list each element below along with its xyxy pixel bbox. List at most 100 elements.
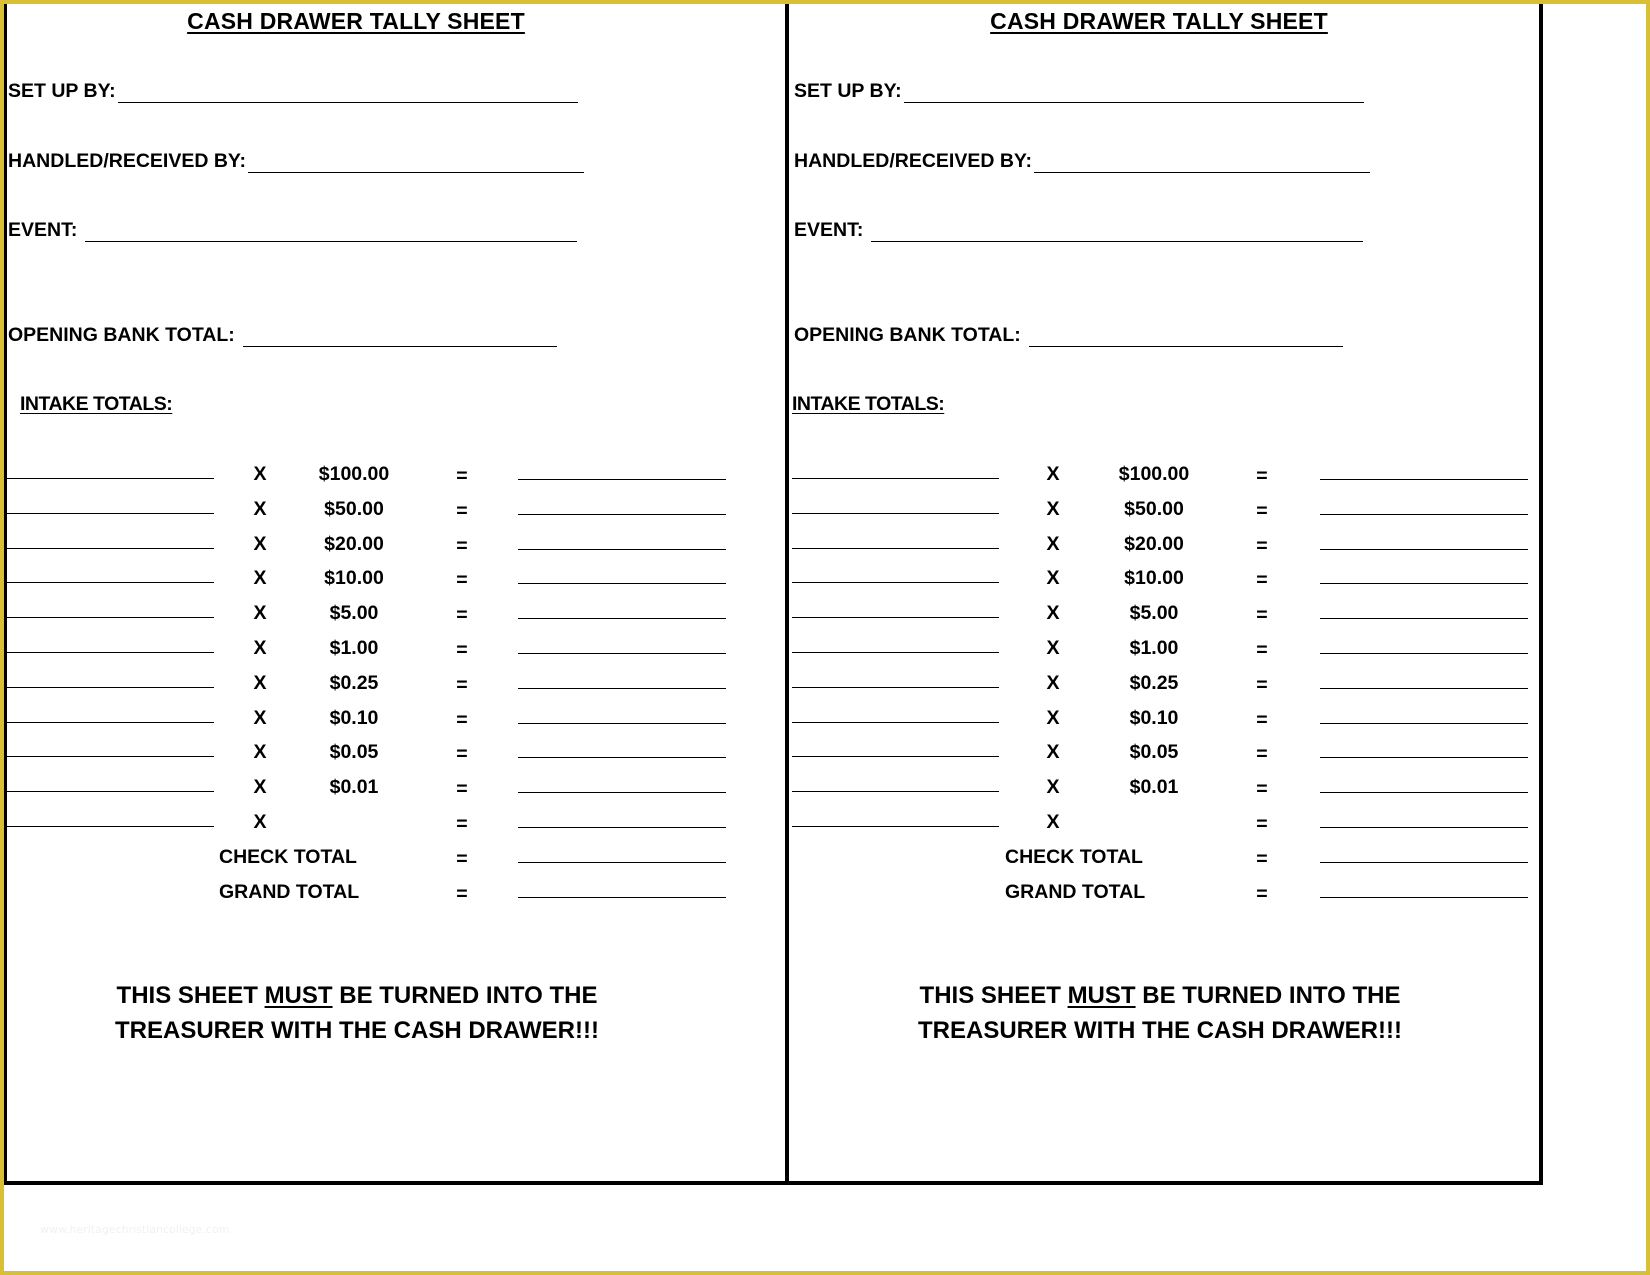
- subtotal-input-line[interactable]: [518, 618, 726, 620]
- equals-symbol: =: [456, 534, 468, 557]
- denomination-value: $100.00: [1118, 463, 1190, 485]
- subtotal-input-line[interactable]: [1320, 548, 1528, 550]
- denomination-value: $50.00: [324, 497, 384, 520]
- count-input-line[interactable]: [7, 547, 214, 549]
- subtotal-input-line[interactable]: [518, 722, 726, 724]
- denomination-row: X $0.25 =: [0, 669, 784, 704]
- handled-received-by-input-line[interactable]: [248, 154, 584, 173]
- count-input-line[interactable]: [7, 651, 214, 653]
- event-input-line[interactable]: [871, 223, 1364, 242]
- multiply-symbol: X: [253, 497, 267, 520]
- tally-sheet-right: CASH DRAWER TALLY SHEET SET UP BY: HANDL…: [786, 0, 1570, 1180]
- turn-in-notice: THIS SHEET MUST BE TURNED INTO THE TREAS…: [786, 978, 1534, 1048]
- count-input-line[interactable]: [792, 547, 999, 549]
- denomination-row: X $10.00 =: [786, 564, 1570, 599]
- subtotal-input-line[interactable]: [1320, 826, 1528, 828]
- subtotal-input-line[interactable]: [1320, 479, 1528, 480]
- event-field: EVENT:: [8, 219, 578, 242]
- intake-rows: X $100.00 = X $50.00 = X $20.00 = X $10.00 = X $5.00 =…: [786, 460, 1570, 912]
- count-input-line[interactable]: [7, 512, 214, 514]
- check-total-input-line[interactable]: [518, 861, 726, 863]
- grand-total-input-line[interactable]: [518, 896, 726, 898]
- grand-total-input-line[interactable]: [1320, 896, 1528, 898]
- count-input-line[interactable]: [7, 582, 214, 584]
- set-up-by-input-line[interactable]: [117, 84, 578, 103]
- handled-received-by-input-line[interactable]: [1034, 154, 1370, 173]
- count-input-line[interactable]: [7, 756, 214, 758]
- subtotal-input-line[interactable]: [1320, 652, 1528, 654]
- subtotal-input-line[interactable]: [518, 513, 726, 515]
- notice-emphasis: MUST: [1067, 982, 1136, 1009]
- set-up-by-input-line[interactable]: [903, 84, 1364, 103]
- multiply-symbol: X: [253, 706, 267, 729]
- opening-bank-total-input-line[interactable]: [1028, 328, 1343, 347]
- equals-symbol: =: [456, 465, 468, 487]
- notice-line-2: TREASURER WITH THE CASH DRAWER!!!: [918, 1017, 1402, 1044]
- multiply-symbol: X: [253, 463, 267, 485]
- count-input-line[interactable]: [7, 617, 214, 619]
- subtotal-input-line[interactable]: [518, 583, 726, 585]
- count-input-line[interactable]: [792, 617, 999, 619]
- multiply-symbol: X: [253, 810, 267, 833]
- equals-symbol: =: [1256, 499, 1268, 522]
- count-input-line[interactable]: [7, 478, 214, 479]
- count-input-line[interactable]: [792, 651, 999, 653]
- denomination-row: X $0.05 =: [0, 738, 784, 773]
- count-input-line[interactable]: [792, 756, 999, 758]
- count-input-line[interactable]: [792, 791, 999, 793]
- event-input-line[interactable]: [85, 223, 578, 242]
- equals-symbol: =: [456, 569, 468, 592]
- notice-prefix: THIS SHEET: [919, 982, 1068, 1009]
- grand-total-label: GRAND TOTAL: [1005, 880, 1146, 903]
- subtotal-input-line[interactable]: [518, 652, 726, 654]
- count-input-line[interactable]: [7, 825, 214, 827]
- denomination-row: X $10.00 =: [0, 564, 784, 599]
- subtotal-input-line[interactable]: [518, 826, 726, 828]
- count-input-line[interactable]: [7, 686, 214, 688]
- multiply-symbol: X: [253, 532, 267, 555]
- subtotal-input-line[interactable]: [1320, 513, 1528, 515]
- multiply-symbol: X: [1046, 636, 1060, 659]
- subtotal-input-line[interactable]: [1320, 757, 1528, 759]
- opening-bank-total-input-line[interactable]: [242, 328, 557, 347]
- subtotal-input-line[interactable]: [1320, 792, 1528, 794]
- handled-received-by-field: HANDLED/RECEIVED BY:: [8, 150, 584, 173]
- count-input-line[interactable]: [792, 582, 999, 584]
- count-input-line[interactable]: [792, 478, 999, 479]
- count-input-line[interactable]: [7, 721, 214, 723]
- subtotal-input-line[interactable]: [1320, 722, 1528, 724]
- denomination-value: $10.00: [324, 567, 384, 590]
- equals-symbol: =: [1256, 708, 1268, 731]
- subtotal-input-line[interactable]: [1320, 583, 1528, 585]
- multiply-symbol: X: [1046, 741, 1060, 764]
- count-input-line[interactable]: [792, 686, 999, 688]
- notice-suffix: BE TURNED INTO THE: [1135, 982, 1401, 1009]
- set-up-by-field: SET UP BY:: [794, 80, 1364, 103]
- equals-symbol: =: [456, 847, 468, 870]
- subtotal-input-line[interactable]: [518, 792, 726, 794]
- denomination-value: $0.05: [329, 741, 379, 764]
- count-input-line[interactable]: [7, 791, 214, 793]
- watermark-text: www.heritagechristiancollege.com: [40, 1223, 230, 1236]
- subtotal-input-line[interactable]: [1320, 687, 1528, 689]
- count-input-line[interactable]: [792, 721, 999, 723]
- denomination-row: X =: [786, 808, 1570, 843]
- subtotal-input-line[interactable]: [518, 548, 726, 550]
- count-input-line[interactable]: [792, 512, 999, 514]
- grand-total-label: GRAND TOTAL: [219, 880, 360, 903]
- subtotal-input-line[interactable]: [518, 757, 726, 759]
- denomination-value: $1.00: [329, 636, 379, 659]
- notice-line-1: THIS SHEET MUST BE TURNED INTO THE: [786, 978, 1534, 1013]
- opening-bank-total-field: OPENING BANK TOTAL:: [794, 324, 1343, 347]
- notice-suffix: BE TURNED INTO THE: [332, 982, 598, 1009]
- equals-symbol: =: [1256, 638, 1268, 661]
- count-input-line[interactable]: [792, 825, 999, 827]
- subtotal-input-line[interactable]: [518, 687, 726, 689]
- opening-bank-total-label: OPENING BANK TOTAL:: [8, 324, 235, 346]
- subtotal-input-line[interactable]: [518, 479, 726, 480]
- equals-symbol: =: [1256, 812, 1268, 835]
- subtotal-input-line[interactable]: [1320, 618, 1528, 620]
- grand-total-row: GRAND TOTAL =: [786, 878, 1570, 913]
- check-total-input-line[interactable]: [1320, 861, 1528, 863]
- multiply-symbol: X: [1046, 671, 1060, 694]
